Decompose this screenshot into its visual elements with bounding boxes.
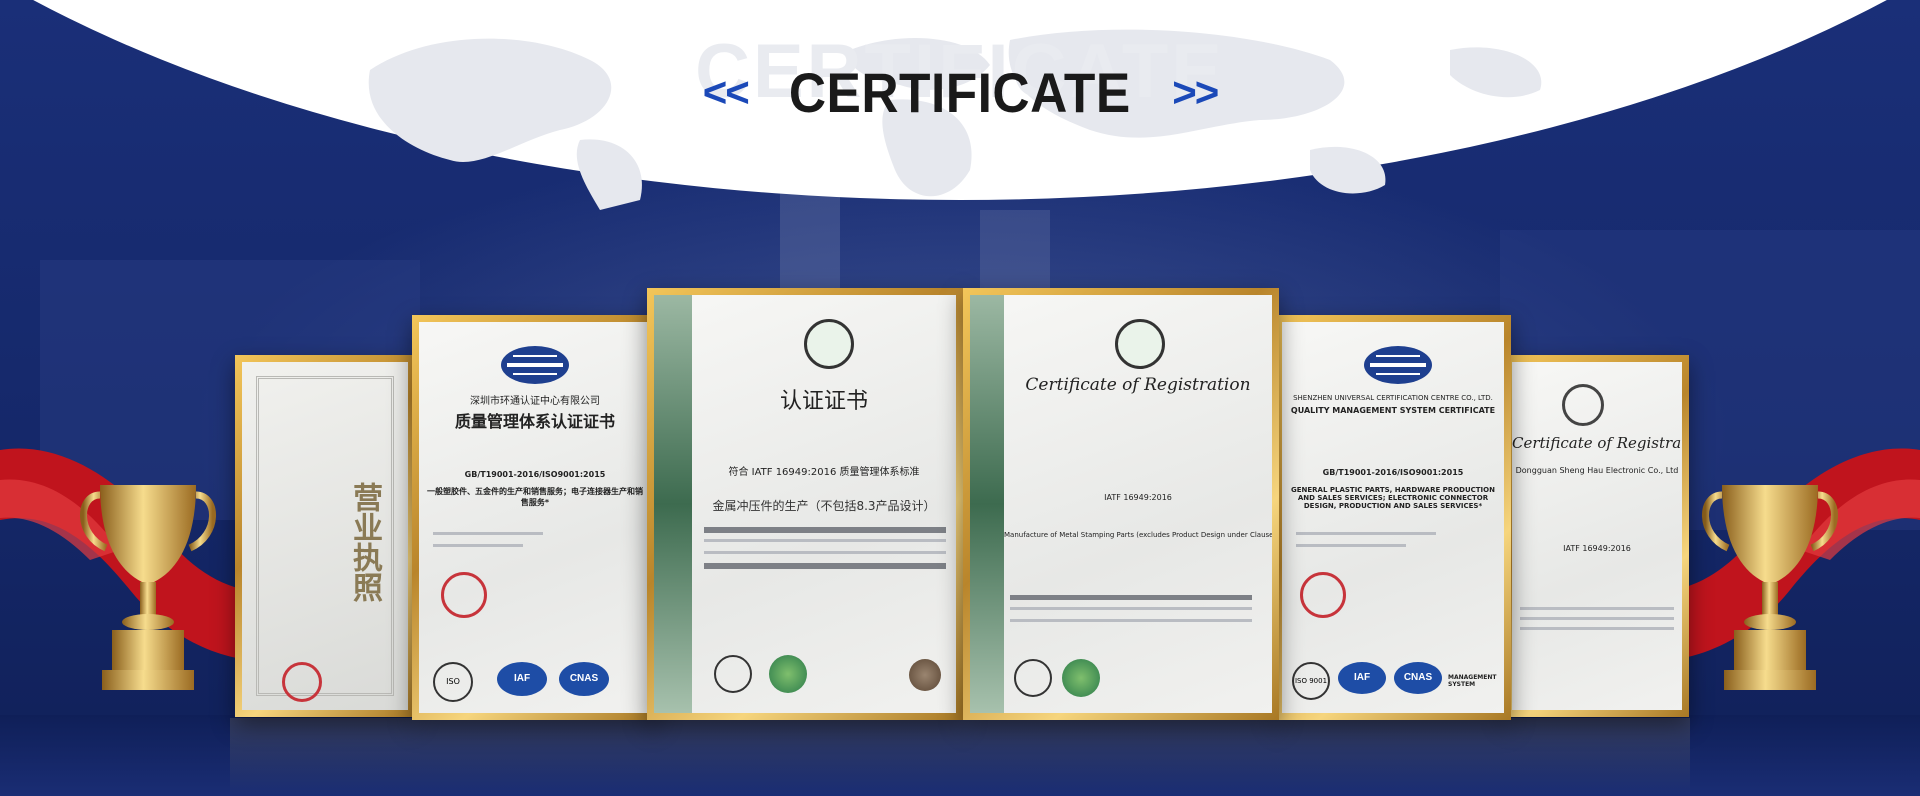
cert2-title: 质量管理体系认证证书 [454, 412, 615, 431]
urs-seal-icon [1014, 659, 1052, 697]
red-seal-icon [282, 662, 322, 702]
cert5-org: SHENZHEN UNIVERSAL CERTIFICATION CENTRE … [1293, 394, 1493, 402]
cert5-standard: GB/T19001-2016/ISO9001:2015 [1322, 468, 1464, 477]
green-side-bar [970, 295, 1004, 713]
cert4-standard: IATF 16949:2016 [1104, 493, 1172, 502]
urs-seal-icon [714, 655, 752, 693]
certificate-iatf-en[interactable]: Certificate of Registration IATF 16949:2… [963, 288, 1279, 720]
red-seal-icon [1300, 572, 1346, 618]
huantong-logo-icon [1364, 346, 1432, 384]
cert2-org: 深圳市环通认证中心有限公司 [470, 396, 600, 407]
huantong-logo-icon [501, 346, 569, 384]
certificate-iatf-en-2[interactable]: Certificate of Registration Dongguan She… [1505, 355, 1689, 717]
cert5-title: QUALITY MANAGEMENT SYSTEM CERTIFICATE [1290, 406, 1496, 415]
embossed-seal-icon [909, 659, 941, 691]
cert4-scope: Manufacture of Metal Stamping Parts (exc… [1004, 531, 1272, 539]
cert5-scope: GENERAL PLASTIC PARTS, HARDWARE PRODUCTI… [1291, 486, 1495, 510]
certificate-banner: CERTIFICATE << CERTIFICATE >> 营业执照 Certi… [0, 0, 1920, 796]
cnas-logo-icon: CNAS [559, 662, 609, 696]
cert6-company: Dongguan Sheng Hau Electronic Co., Ltd [1515, 466, 1679, 475]
green-side-bar [654, 295, 692, 713]
cnas-logo-icon: CNAS [1394, 662, 1442, 694]
right-double-chevron-icon: >> [1172, 68, 1219, 116]
iso9001-logo-icon: ISO 9001 [433, 662, 473, 702]
page-title: CERTIFICATE [789, 61, 1131, 124]
iaf-logo-icon: IAF [1338, 662, 1386, 694]
cert3-scope: 金属冲压件的生产（不包括8.3产品设计） [712, 499, 936, 513]
certificate-qms-cn[interactable]: 深圳市环通认证中心有限公司 质量管理体系认证证书 GB/T19001-2016/… [412, 315, 658, 720]
license-title: 营业执照 [347, 482, 382, 602]
iso9001-logo-icon: ISO 9001 [1292, 662, 1330, 700]
red-seal-icon [441, 572, 487, 618]
certificate-iatf-cn[interactable]: 认证证书 符合 IATF 16949:2016 质量管理体系标准 金属冲压件的生… [647, 288, 963, 720]
certificate-business-license[interactable]: 营业执照 [235, 355, 415, 717]
floor-reflection [230, 718, 1690, 796]
cert2-scope: 一般塑胶件、五金件的生产和销售服务；电子连接器生产和销售服务* [427, 487, 643, 507]
urs-logo-icon [804, 319, 854, 369]
cert6-title: Certificate of Registration [1512, 434, 1682, 452]
certificate-qms-en[interactable]: SHENZHEN UNIVERSAL CERTIFICATION CENTRE … [1275, 315, 1511, 720]
cert4-title: Certificate of Registration [1025, 375, 1251, 395]
right-trophy-icon [1702, 485, 1838, 690]
left-double-chevron-icon: << [702, 68, 750, 116]
cert3-title: 认证证书 [779, 389, 868, 414]
cert6-standard: IATF 16949:2016 [1563, 544, 1631, 553]
globe-logo-icon [769, 655, 807, 693]
urs-logo-icon [1115, 319, 1165, 369]
cert3-standard: 符合 IATF 16949:2016 质量管理体系标准 [728, 467, 920, 478]
cert5-logo-caption: MANAGEMENT SYSTEM [1448, 674, 1497, 688]
iaf-logo-icon: IAF [497, 662, 547, 696]
section-heading: << CERTIFICATE >> [0, 60, 1920, 125]
left-trophy-icon [80, 485, 216, 690]
globe-logo-icon [1062, 659, 1100, 697]
cert2-standard: GB/T19001-2016/ISO9001:2015 [464, 470, 606, 479]
urs-logo-icon [1562, 384, 1604, 426]
